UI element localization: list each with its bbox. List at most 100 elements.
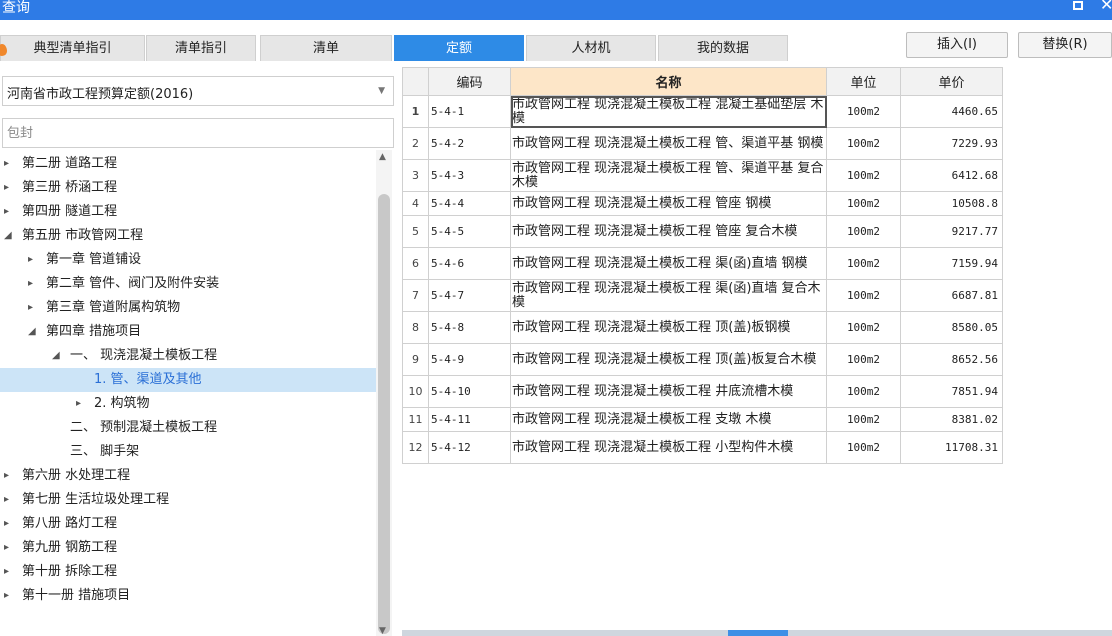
expand-right-icon[interactable]: ▸ (28, 272, 33, 296)
code-cell[interactable]: 5-4-2 (428, 127, 511, 160)
expand-right-icon[interactable]: ▸ (76, 392, 81, 416)
unit-cell[interactable]: 100m2 (826, 247, 901, 280)
search-input[interactable] (2, 118, 394, 148)
expand-down-icon[interactable]: ◢ (28, 320, 36, 344)
code-cell[interactable]: 5-4-10 (428, 375, 511, 408)
name-cell[interactable]: 市政管网工程 现浇混凝土模板工程 渠(函)直墙 钢模 (510, 247, 827, 280)
price-cell[interactable]: 11708.31 (900, 431, 1003, 464)
expand-right-icon[interactable]: ▸ (4, 200, 9, 224)
table-row[interactable]: 5 5-4-5 市政管网工程 现浇混凝土模板工程 管座 复合木模 100m2 9217.… (402, 215, 1003, 248)
unit-cell[interactable]: 100m2 (826, 407, 901, 432)
tree-node[interactable]: ▸ 第三章 管道附属构筑物 (0, 296, 378, 320)
name-cell[interactable]: 市政管网工程 现浇混凝土模板工程 井底流槽木模 (510, 375, 827, 408)
row-number[interactable]: 8 (402, 311, 429, 344)
name-cell[interactable]: 市政管网工程 现浇混凝土模板工程 混凝土基础垫层 木模 (510, 95, 827, 128)
code-column-header[interactable]: 编码 (428, 67, 511, 96)
row-number[interactable]: 11 (402, 407, 429, 432)
price-cell[interactable]: 4460.65 (900, 95, 1003, 128)
tree-node[interactable]: ▸ 第八册 路灯工程 (0, 512, 378, 536)
code-cell[interactable]: 5-4-5 (428, 215, 511, 248)
insert-button[interactable]: 插入(I) (906, 32, 1008, 58)
expand-right-icon[interactable]: ▸ (28, 248, 33, 272)
price-cell[interactable]: 8652.56 (900, 343, 1003, 376)
quota-db-select[interactable]: 河南省市政工程预算定额(2016) ▼ (2, 76, 394, 106)
row-number[interactable]: 12 (402, 431, 429, 464)
tree-node[interactable]: ◢ 一、 现浇混凝土模板工程 (0, 344, 378, 368)
expand-right-icon[interactable]: ▸ (4, 560, 9, 584)
code-cell[interactable]: 5-4-8 (428, 311, 511, 344)
unit-cell[interactable]: 100m2 (826, 191, 901, 216)
tree-node[interactable]: ◢ 第四章 措施项目 (0, 320, 378, 344)
name-cell[interactable]: 市政管网工程 现浇混凝土模板工程 顶(盖)板钢模 (510, 311, 827, 344)
expand-right-icon[interactable]: ▸ (4, 512, 9, 536)
unit-column-header[interactable]: 单位 (826, 67, 901, 96)
name-cell[interactable]: 市政管网工程 现浇混凝土模板工程 顶(盖)板复合木模 (510, 343, 827, 376)
tab-list[interactable]: 清单 (260, 35, 392, 61)
tree-node[interactable]: ▸ 第二章 管件、阀门及附件安装 (0, 272, 378, 296)
scroll-down-icon[interactable]: ▼ (379, 626, 386, 636)
restore-icon[interactable] (1073, 1, 1083, 10)
price-column-header[interactable]: 单价 (900, 67, 1003, 96)
scroll-up-icon[interactable]: ▲ (379, 152, 386, 162)
name-cell[interactable]: 市政管网工程 现浇混凝土模板工程 管座 钢模 (510, 191, 827, 216)
code-cell[interactable]: 5-4-3 (428, 159, 511, 192)
expand-right-icon[interactable]: ▸ (28, 296, 33, 320)
expand-down-icon[interactable]: ◢ (4, 224, 12, 248)
price-cell[interactable]: 10508.8 (900, 191, 1003, 216)
tab-quota[interactable]: 定额 (394, 35, 524, 61)
price-cell[interactable]: 6687.81 (900, 279, 1003, 312)
row-number[interactable]: 1 (402, 95, 429, 128)
unit-cell[interactable]: 100m2 (826, 375, 901, 408)
expand-right-icon[interactable]: ▸ (4, 536, 9, 560)
table-row[interactable]: 8 5-4-8 市政管网工程 现浇混凝土模板工程 顶(盖)板钢模 100m2 8580.… (402, 311, 1003, 344)
table-row[interactable]: 7 5-4-7 市政管网工程 现浇混凝土模板工程 渠(函)直墙 复合木模 100m2 6… (402, 279, 1003, 312)
table-row[interactable]: 1 5-4-1 市政管网工程 现浇混凝土模板工程 混凝土基础垫层 木模 100m2 44… (402, 95, 1003, 128)
unit-cell[interactable]: 100m2 (826, 95, 901, 128)
unit-cell[interactable]: 100m2 (826, 311, 901, 344)
tree-node[interactable]: ▸ 2. 构筑物 (0, 392, 378, 416)
expand-right-icon[interactable]: ▸ (4, 584, 9, 608)
code-cell[interactable]: 5-4-11 (428, 407, 511, 432)
unit-cell[interactable]: 100m2 (826, 127, 901, 160)
table-row[interactable]: 12 5-4-12 市政管网工程 现浇混凝土模板工程 小型构件木模 100m2 1170… (402, 431, 1003, 464)
scroll-thumb[interactable] (378, 194, 390, 634)
tab-list-guide[interactable]: 清单指引 (146, 35, 256, 61)
price-cell[interactable]: 8580.05 (900, 311, 1003, 344)
tree-node[interactable]: ▸ 第一章 管道铺设 (0, 248, 378, 272)
code-cell[interactable]: 5-4-6 (428, 247, 511, 280)
unit-cell[interactable]: 100m2 (826, 215, 901, 248)
tree-node[interactable]: ▸ 第六册 水处理工程 (0, 464, 378, 488)
table-row[interactable]: 6 5-4-6 市政管网工程 现浇混凝土模板工程 渠(函)直墙 钢模 100m2 715… (402, 247, 1003, 280)
name-cell[interactable]: 市政管网工程 现浇混凝土模板工程 管座 复合木模 (510, 215, 827, 248)
tree-scrollbar[interactable]: ▲ ▼ (376, 150, 392, 636)
tree-node[interactable]: ▸ 第十册 拆除工程 (0, 560, 378, 584)
tree-node[interactable]: ◢ 第五册 市政管网工程 (0, 224, 378, 248)
name-cell[interactable]: 市政管网工程 现浇混凝土模板工程 小型构件木模 (510, 431, 827, 464)
expand-down-icon[interactable]: ◢ (52, 344, 60, 368)
table-row[interactable]: 2 5-4-2 市政管网工程 现浇混凝土模板工程 管、渠道平基 钢模 100m2 722… (402, 127, 1003, 160)
price-cell[interactable]: 7851.94 (900, 375, 1003, 408)
price-cell[interactable]: 8381.02 (900, 407, 1003, 432)
code-cell[interactable]: 5-4-9 (428, 343, 511, 376)
price-cell[interactable]: 7159.94 (900, 247, 1003, 280)
table-row[interactable]: 3 5-4-3 市政管网工程 现浇混凝土模板工程 管、渠道平基 复合木模 100m2 6… (402, 159, 1003, 192)
tab-my-data[interactable]: 我的数据 (658, 35, 788, 61)
table-row[interactable]: 10 5-4-10 市政管网工程 现浇混凝土模板工程 井底流槽木模 100m2 7851… (402, 375, 1003, 408)
code-cell[interactable]: 5-4-4 (428, 191, 511, 216)
expand-right-icon[interactable]: ▸ (4, 488, 9, 512)
unit-cell[interactable]: 100m2 (826, 343, 901, 376)
tree-node[interactable]: ▸ 第七册 生活垃圾处理工程 (0, 488, 378, 512)
tree-node[interactable]: 二、 预制混凝土模板工程 (0, 416, 378, 440)
tree-node[interactable]: 三、 脚手架 (0, 440, 378, 464)
row-number[interactable]: 4 (402, 191, 429, 216)
row-number[interactable]: 5 (402, 215, 429, 248)
horizontal-splitter[interactable] (402, 630, 1112, 636)
unit-cell[interactable]: 100m2 (826, 159, 901, 192)
table-row[interactable]: 4 5-4-4 市政管网工程 现浇混凝土模板工程 管座 钢模 100m2 10508.8 (402, 191, 1003, 216)
price-cell[interactable]: 6412.68 (900, 159, 1003, 192)
close-icon[interactable]: ✕ (1100, 0, 1112, 15)
price-cell[interactable]: 7229.93 (900, 127, 1003, 160)
tree-node[interactable]: 1. 管、渠道及其他 (0, 368, 378, 392)
row-number[interactable]: 7 (402, 279, 429, 312)
table-row[interactable]: 9 5-4-9 市政管网工程 现浇混凝土模板工程 顶(盖)板复合木模 100m2 865… (402, 343, 1003, 376)
